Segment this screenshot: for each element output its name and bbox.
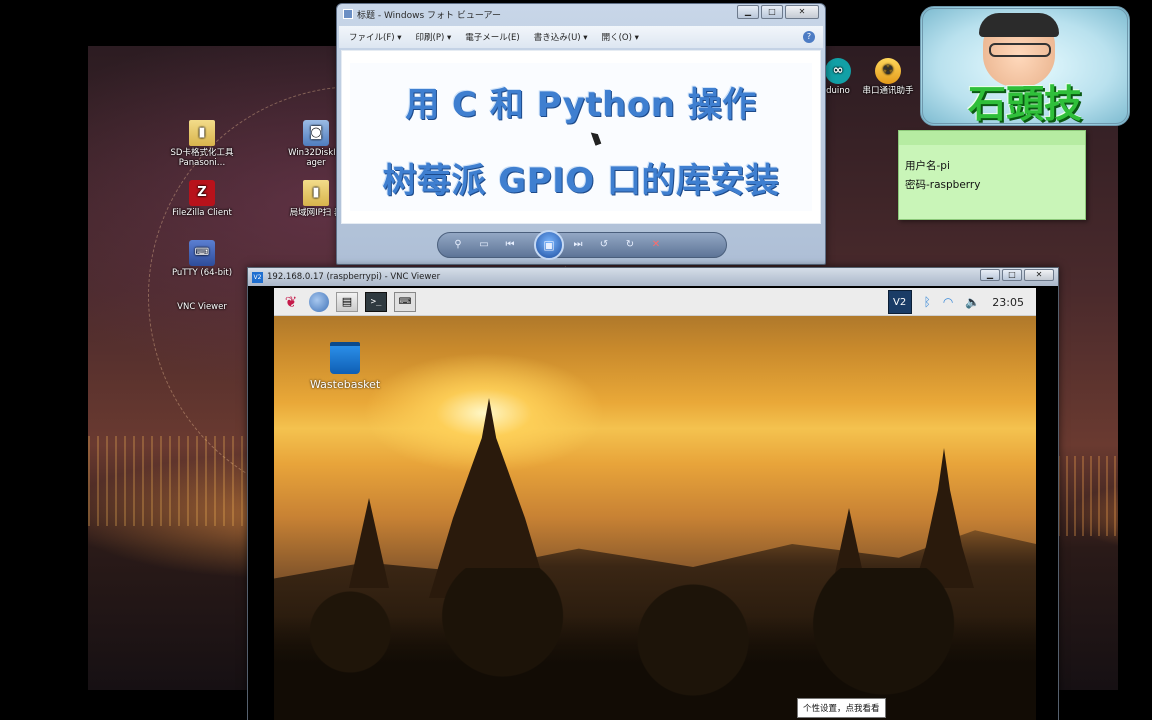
- serial-assistant-icon: ☢: [875, 58, 901, 84]
- channel-logo: 石頭技: [920, 6, 1130, 126]
- wallpaper-city-lights-right: [1058, 456, 1118, 536]
- rotate-ccw-icon[interactable]: ↺: [596, 238, 612, 252]
- next-icon[interactable]: ⏭: [570, 238, 586, 252]
- minimize-button[interactable]: ▁: [980, 269, 1000, 281]
- sticky-note-password: 密码-raspberry: [905, 179, 981, 191]
- keyboard-icon[interactable]: ⌨: [394, 291, 416, 312]
- disk-imager-icon: ◙: [303, 120, 329, 146]
- photo-viewer-window-controls: ▁ □ ✕: [735, 5, 819, 19]
- raspberry-menu-icon[interactable]: ❦: [280, 292, 302, 312]
- pi-clock[interactable]: 23:05: [992, 296, 1024, 309]
- slideshow-button[interactable]: ▣: [534, 230, 564, 260]
- rotate-cw-icon[interactable]: ↻: [622, 238, 638, 252]
- volume-icon[interactable]: 🔈: [965, 295, 980, 309]
- close-button[interactable]: ✕: [785, 5, 819, 19]
- filezilla-icon: Z: [189, 180, 215, 206]
- desktop-icon-putty[interactable]: ⌨ PuTTY (64-bit): [164, 240, 240, 278]
- help-icon[interactable]: ?: [803, 31, 815, 43]
- wastebasket-label: Wastebasket: [310, 378, 381, 391]
- headline-line-2: 树莓派 GPIO 口的库安装: [382, 161, 780, 201]
- wallpaper-city-lights: [88, 436, 248, 526]
- menu-open[interactable]: 開く(O) ▾: [602, 31, 639, 43]
- folder-icon: ▮: [303, 180, 329, 206]
- desktop-icon-vnc-viewer[interactable]: V2 VNC Viewer: [164, 302, 437, 595]
- bluetooth-icon[interactable]: ᛒ: [924, 295, 931, 309]
- sticky-note-username: 用户名-pi: [905, 160, 950, 172]
- delete-icon[interactable]: ✕: [648, 238, 664, 252]
- desktop-icon-label: PuTTY (64-bit): [171, 268, 233, 278]
- screen: ▮ SD卡格式化工具Panasoni… ◙ Win32DiskIm ager Z…: [0, 0, 1152, 720]
- minimize-button[interactable]: ▁: [737, 5, 759, 19]
- photo-canvas: 用 C 和 Python 操作 树莓派 GPIO 口的库安装: [341, 50, 821, 224]
- terminal-icon[interactable]: >_: [365, 291, 387, 312]
- vnc-title: 192.168.0.17 (raspberrypi) - VNC Viewer: [267, 272, 441, 282]
- avatar-glasses: [989, 43, 1051, 57]
- vnc-server-tray-icon[interactable]: V2: [887, 290, 912, 314]
- vnc-app-icon: V2: [252, 271, 263, 283]
- photo-viewer-app-icon: [343, 9, 353, 19]
- desktop-icon-label: SD卡格式化工具Panasoni…: [170, 148, 234, 168]
- desktop-icon-sd-formatter[interactable]: ▮ SD卡格式化工具Panasoni…: [164, 120, 240, 168]
- photo-viewer-window: 标题 - Windows フォト ビューアー ▁ □ ✕ ファイル(F) ▾ 印…: [336, 3, 826, 265]
- maximize-button[interactable]: □: [1002, 269, 1022, 281]
- photo-viewer-title: 标题 - Windows フォト ビューアー: [357, 10, 501, 21]
- headline-line-1: 用 C 和 Python 操作: [405, 85, 757, 125]
- menu-burn[interactable]: 書き込み(U) ▾: [534, 31, 588, 43]
- zoom-icon[interactable]: ⚲: [450, 238, 466, 252]
- desktop-icon-filezilla[interactable]: Z FileZilla Client: [164, 180, 240, 218]
- trash-icon: [330, 342, 360, 374]
- raspberry-pi-desktop[interactable]: ❦ ▤ >_ ⌨ V2 ᛒ ◠ 🔈 23:05 Wastebasket: [274, 288, 1036, 720]
- menu-email[interactable]: 電子メール(E): [465, 31, 520, 43]
- menu-file[interactable]: ファイル(F) ▾: [349, 31, 402, 43]
- putty-icon: ⌨: [189, 240, 215, 266]
- desktop-icon-label: FileZilla Client: [172, 208, 232, 218]
- sticky-note[interactable]: 用户名-pi 密码-raspberry: [898, 130, 1086, 220]
- pi-taskbar: ❦ ▤ >_ ⌨ V2 ᛒ ◠ 🔈 23:05: [274, 288, 1036, 316]
- vnc-window-controls: ▁ □ ✕: [978, 269, 1054, 281]
- menu-print[interactable]: 印刷(P) ▾: [416, 31, 452, 43]
- tooltip: 个性设置，点我看看: [797, 698, 886, 718]
- arduino-icon: ∞: [825, 58, 851, 84]
- sticky-note-header: [899, 131, 1085, 145]
- wallpaper-trees: [274, 568, 1036, 720]
- desktop-icon-wastebasket[interactable]: Wastebasket: [310, 342, 380, 391]
- logo-text: 石頭技: [967, 81, 1082, 126]
- vnc-titlebar[interactable]: V2 192.168.0.17 (raspberrypi) - VNC View…: [248, 268, 1058, 286]
- photo-viewer-toolbar: ⚲ ▭ ⏮ ▣ ⏭ ↺ ↻ ✕: [437, 230, 727, 260]
- photo-image: 用 C 和 Python 操作 树莓派 GPIO 口的库安装: [350, 63, 812, 211]
- wallpaper-temple: [914, 448, 974, 588]
- mouse-cursor-icon: [590, 130, 602, 146]
- web-browser-icon[interactable]: [309, 291, 329, 312]
- folder-icon: ▮: [189, 120, 215, 146]
- file-manager-icon[interactable]: ▤: [336, 291, 358, 312]
- wifi-icon[interactable]: ◠: [943, 295, 953, 309]
- pi-system-tray: V2 ᛒ ◠ 🔈 23:05: [887, 288, 1024, 316]
- desktop-icon-label: VNC Viewer: [177, 302, 227, 312]
- photo-viewer-menubar: ファイル(F) ▾ 印刷(P) ▾ 電子メール(E) 書き込み(U) ▾ 開く(…: [339, 26, 823, 48]
- close-button[interactable]: ✕: [1024, 269, 1054, 281]
- previous-icon[interactable]: ⏮: [502, 238, 518, 252]
- desktop-icon-label: 串口通讯助手: [862, 86, 914, 96]
- vnc-viewer-window: V2 192.168.0.17 (raspberrypi) - VNC View…: [247, 267, 1059, 720]
- actual-size-icon[interactable]: ▭: [476, 238, 492, 252]
- avatar-hair: [979, 13, 1059, 37]
- desktop-icon-serial-assistant[interactable]: ☢ 串口通讯助手: [850, 58, 926, 96]
- maximize-button[interactable]: □: [761, 5, 783, 19]
